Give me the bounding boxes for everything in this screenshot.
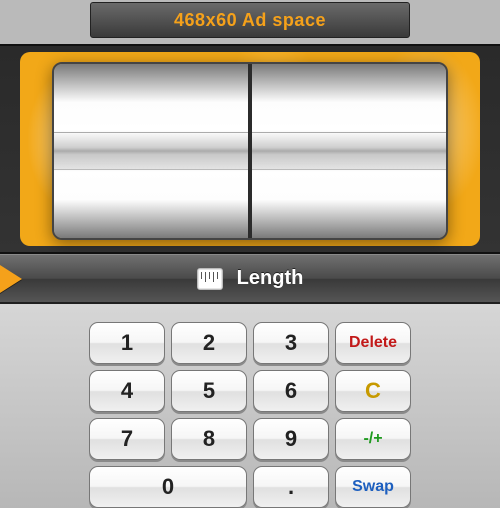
picker-wheel-from[interactable] xyxy=(54,64,248,238)
key-0[interactable]: 0 xyxy=(89,466,247,508)
key-3[interactable]: 3 xyxy=(253,322,329,364)
key-swap[interactable]: Swap xyxy=(335,466,411,508)
keypad-area: 1 2 3 Delete 4 5 6 C 7 8 9 -/+ 0 . Swap xyxy=(0,304,500,508)
category-bar[interactable]: Length xyxy=(0,254,500,304)
key-9[interactable]: 9 xyxy=(253,418,329,460)
key-delete[interactable]: Delete xyxy=(335,322,411,364)
key-decimal[interactable]: . xyxy=(253,466,329,508)
key-8[interactable]: 8 xyxy=(171,418,247,460)
keypad: 1 2 3 Delete 4 5 6 C 7 8 9 -/+ 0 . Swap xyxy=(89,322,411,508)
key-clear[interactable]: C xyxy=(335,370,411,412)
ad-banner-label: 468x60 Ad space xyxy=(174,10,326,31)
category-arrow-icon xyxy=(0,265,22,293)
key-sign[interactable]: -/+ xyxy=(335,418,411,460)
key-1[interactable]: 1 xyxy=(89,322,165,364)
category-label: Length xyxy=(237,267,304,290)
key-6[interactable]: 6 xyxy=(253,370,329,412)
key-5[interactable]: 5 xyxy=(171,370,247,412)
key-2[interactable]: 2 xyxy=(171,322,247,364)
ad-banner: 468x60 Ad space xyxy=(90,2,410,38)
key-7[interactable]: 7 xyxy=(89,418,165,460)
ruler-icon xyxy=(197,268,223,290)
picker-wheel-to[interactable] xyxy=(248,64,446,238)
picker-frame xyxy=(0,44,500,254)
unit-picker[interactable] xyxy=(52,62,448,240)
key-4[interactable]: 4 xyxy=(89,370,165,412)
